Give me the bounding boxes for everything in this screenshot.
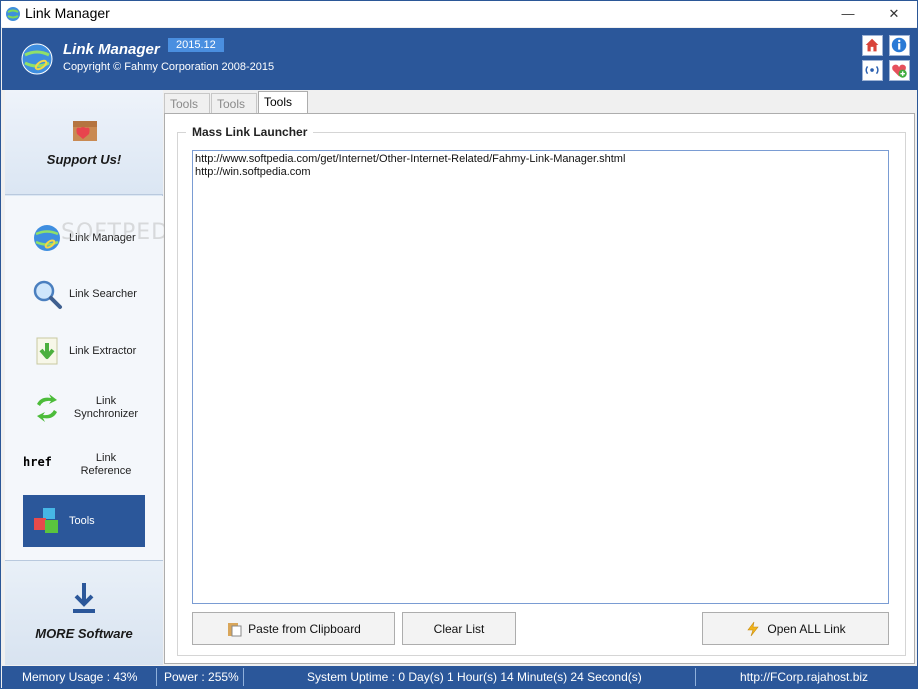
nav-label-line2: Synchronizer — [73, 408, 139, 420]
nav-item-link-synchronizer[interactable]: Link Synchronizer — [23, 382, 145, 434]
status-divider — [695, 668, 696, 686]
nav-item-tools[interactable]: Tools — [23, 495, 145, 547]
href-text-icon: href — [23, 455, 52, 469]
link-manager-icon — [34, 225, 60, 251]
gift-box-icon — [73, 121, 97, 141]
close-button[interactable]: ✕ — [871, 1, 917, 27]
system-uptime: System Uptime : 0 Day(s) 1 Hour(s) 14 Mi… — [307, 670, 642, 684]
radio-icon — [865, 65, 879, 75]
nav-item-link-searcher[interactable]: Link Searcher — [23, 268, 145, 320]
status-divider — [243, 668, 244, 686]
sync-icon — [37, 394, 57, 422]
app-globe-icon — [6, 7, 20, 21]
home-icon — [865, 38, 879, 52]
sidebar: Support Us! Link Manager Link Searcher L… — [5, 90, 163, 665]
nav-label: Link Searcher — [69, 287, 137, 300]
window-title: Link Manager — [25, 5, 110, 21]
nav-menu: Link Manager Link Searcher Link Extracto… — [5, 196, 163, 561]
minimize-button[interactable]: — — [825, 1, 871, 27]
nav-item-link-reference[interactable]: href Link Reference — [23, 439, 145, 491]
clear-list-button[interactable]: Clear List — [402, 612, 516, 645]
paste-from-clipboard-button[interactable]: Paste from Clipboard — [192, 612, 395, 645]
power-status: Power : 255% — [164, 670, 239, 684]
link-manager-logo-icon — [21, 43, 53, 75]
title-bar: Link Manager — ✕ — [1, 1, 917, 27]
clipboard-icon — [228, 622, 242, 636]
cubes-icon — [34, 508, 58, 533]
app-name: Link Manager — [63, 41, 160, 58]
nav-label: Link Extractor — [69, 344, 137, 357]
nav-label-line1: Link — [95, 452, 117, 464]
memory-usage: Memory Usage : 43% — [22, 670, 138, 684]
info-button[interactable] — [889, 35, 910, 56]
clear-label: Clear List — [433, 621, 485, 636]
broadcast-button[interactable] — [862, 60, 883, 81]
paste-label: Paste from Clipboard — [248, 621, 361, 636]
magnifier-icon — [33, 280, 62, 309]
download-arrow-icon — [73, 583, 95, 613]
favorite-button[interactable] — [889, 60, 910, 81]
nav-item-link-extractor[interactable]: Link Extractor — [23, 325, 145, 377]
nav-label-line1: Link — [95, 395, 117, 407]
app-window: Link Manager — ✕ Link Manager 2015.12 Co… — [0, 0, 918, 689]
lightning-icon — [747, 621, 759, 636]
nav-label: Link Synchronizer — [69, 382, 143, 434]
status-bar: Memory Usage : 43% Power : 255% System U… — [2, 666, 917, 688]
nav-label: Tools — [69, 514, 95, 527]
links-textarea[interactable]: http://www.softpedia.com/get/Internet/Ot… — [192, 150, 889, 604]
open-all-link-button[interactable]: Open ALL Link — [702, 612, 889, 645]
tab-tools-1[interactable]: Tools 1 — [164, 93, 210, 131]
website-link[interactable]: http://FCorp.rajahost.biz — [740, 666, 868, 688]
more-software-label: MORE Software — [35, 626, 133, 641]
status-divider — [156, 668, 157, 686]
info-icon — [891, 37, 907, 53]
nav-label-line2: Reference — [80, 465, 132, 477]
support-us-label: Support Us! — [46, 152, 122, 167]
tab-panel: Mass Link Launcher http://www.softpedia.… — [164, 113, 915, 664]
version-badge: 2015.12 — [168, 38, 224, 52]
nav-label: Link Reference — [69, 439, 143, 491]
mass-link-launcher-group: Mass Link Launcher http://www.softpedia.… — [177, 125, 906, 656]
extract-arrow-icon — [36, 337, 58, 365]
more-software-button[interactable]: MORE Software — [5, 561, 163, 665]
home-button[interactable] — [862, 35, 883, 56]
copyright-text: Copyright © Fahmy Corporation 2008-2015 — [63, 61, 275, 73]
support-us-button[interactable]: Support Us! — [5, 90, 163, 195]
open-all-label: Open ALL Link — [767, 621, 846, 636]
link-line: http://www.softpedia.com/get/Internet/Ot… — [195, 153, 626, 165]
header-banner: Link Manager 2015.12 Copyright © Fahmy C… — [2, 28, 917, 90]
group-title: Mass Link Launcher — [186, 125, 314, 139]
tab-tools-2[interactable]: Tools 2 — [211, 93, 257, 131]
favorite-add-icon — [892, 64, 907, 78]
tab-tools-3[interactable]: Tools 3 — [258, 91, 308, 129]
link-line: http://win.softpedia.com — [195, 166, 311, 178]
